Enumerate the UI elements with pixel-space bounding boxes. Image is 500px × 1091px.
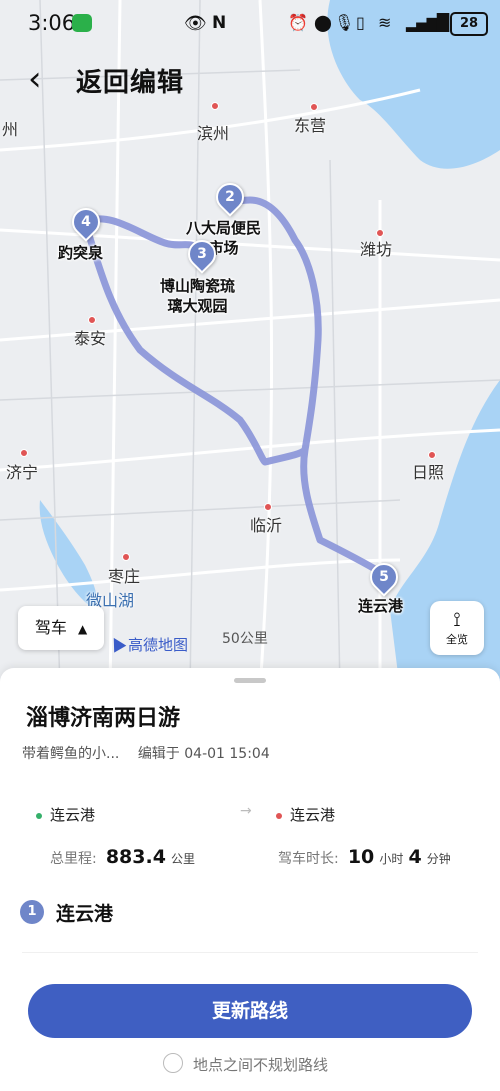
duration-minutes: 4 (408, 846, 422, 868)
duration-label: 驾车时长: (278, 851, 339, 867)
mic-icon: 🎙 (334, 13, 355, 32)
signal-icon: ▂▄▆█ (406, 13, 449, 32)
trip-name: 淄博济南两日游 (26, 706, 181, 731)
poi-marker-number: 5 (379, 569, 389, 585)
route-end-label: 连云港 (290, 806, 336, 824)
page-title: 返回编辑 (76, 68, 185, 98)
end-dot-icon (276, 812, 282, 819)
vibrate-icon: ▯ (356, 13, 365, 32)
back-icon[interactable]: ‹ (28, 62, 58, 98)
poi-label-4: 趵突泉 (58, 244, 104, 262)
poi-marker-2[interactable]: 2 (210, 177, 250, 217)
location-icon: ⬤ (314, 13, 332, 32)
city-dot-binzhou (211, 102, 219, 110)
trip-author: 带着鳄鱼的小... (22, 746, 120, 762)
city-label-taian: 泰安 (74, 329, 107, 348)
no-route-checkbox[interactable] (163, 1053, 183, 1073)
poi-marker-4[interactable]: 4 (66, 202, 106, 242)
poi-marker-number: 4 (81, 214, 91, 230)
trip-meta: 带着鳄鱼的小... 编辑于 04-01 15:04 (22, 743, 270, 763)
city-label-linyi: 临沂 (250, 516, 283, 535)
nfc-icon: N (212, 13, 227, 33)
city-dot-linyi (264, 503, 272, 511)
alarm-icon: ⏰ (288, 13, 308, 32)
distance-value: 883.4 (105, 846, 166, 868)
city-dot-dongying (310, 103, 318, 111)
city-label-jining: 济宁 (6, 463, 39, 482)
route-start-label: 连云港 (50, 806, 96, 824)
trip-edited-time: 编辑于 04-01 15:04 (137, 746, 270, 762)
route-overview-icon: ⟟ (453, 607, 461, 631)
duration-hours: 10 (347, 846, 375, 868)
wechat-icon (72, 14, 92, 32)
city-dot-jining (20, 449, 28, 457)
distance-label: 总里程: (50, 851, 97, 867)
total-distance: 总里程: 883.4 公里 (50, 846, 195, 868)
city-label-weifang: 潍坊 (360, 240, 393, 259)
city-dot-zaozhuang (122, 553, 130, 561)
route-arrow-icon: → (240, 803, 252, 819)
distance-unit: 公里 (171, 852, 196, 866)
amap-logo: 高德地图 (107, 634, 189, 655)
route-end: 连云港 (276, 804, 335, 825)
amap-arrow-icon (107, 634, 127, 653)
overview-label: 全览 (446, 633, 468, 646)
drive-mode-button[interactable]: 驾车 ▲ (18, 606, 104, 650)
city-label-dongying: 东营 (294, 116, 327, 135)
status-time: 3:06 (28, 11, 76, 35)
amap-brand-text: 高德地图 (128, 636, 189, 654)
city-label-edge: 州 (2, 120, 19, 139)
route-summary-card: 连云港 → 连云港 总里程: 883.4 公里 驾车时长: 10 小时 4 分钟 (22, 788, 478, 878)
status-bar: 3:06 👁 N ⏰ ⬤ 🎙 ▯ ≋ ▂▄▆█ 28 (0, 0, 500, 48)
update-route-button[interactable]: 更新路线 (28, 984, 472, 1038)
start-dot-icon (36, 812, 42, 819)
no-route-checkbox-label[interactable]: 地点之间不规划路线 (193, 1054, 328, 1075)
map-scale: 50公里 (222, 631, 268, 647)
divider (22, 952, 478, 953)
duration-hours-unit: 小时 (379, 852, 404, 866)
eye-icon: 👁 (184, 13, 207, 34)
city-label-rizhao: 日照 (412, 463, 445, 482)
overview-button[interactable]: ⟟ 全览 (430, 601, 484, 655)
poi-marker-number: 3 (197, 246, 207, 262)
city-dot-weifang (376, 229, 384, 237)
stop-name[interactable]: 连云港 (56, 899, 113, 926)
poi-label-3: 博山陶瓷琉 璃大观园 (160, 277, 236, 315)
city-dot-taian (88, 316, 96, 324)
city-label-zaozhuang: 枣庄 (108, 567, 141, 586)
battery-icon: 28 (450, 12, 488, 36)
city-dot-rizhao (428, 451, 436, 459)
poi-marker-5[interactable]: 5 (364, 557, 404, 597)
wifi-icon: ≋ (378, 13, 392, 32)
poi-marker-number: 2 (225, 189, 235, 205)
poi-label-5: 连云港 (358, 597, 404, 615)
sheet-drag-handle[interactable] (234, 678, 266, 683)
duration-minutes-unit: 分钟 (426, 852, 451, 866)
drive-mode-label: 驾车 (34, 618, 67, 637)
city-label-binzhou: 滨州 (197, 124, 230, 143)
stop-number-badge: 1 (20, 900, 44, 924)
triangle-up-icon: ▲ (77, 622, 88, 636)
drive-duration: 驾车时长: 10 小时 4 分钟 (278, 846, 451, 868)
route-start: 连云港 (36, 804, 95, 825)
